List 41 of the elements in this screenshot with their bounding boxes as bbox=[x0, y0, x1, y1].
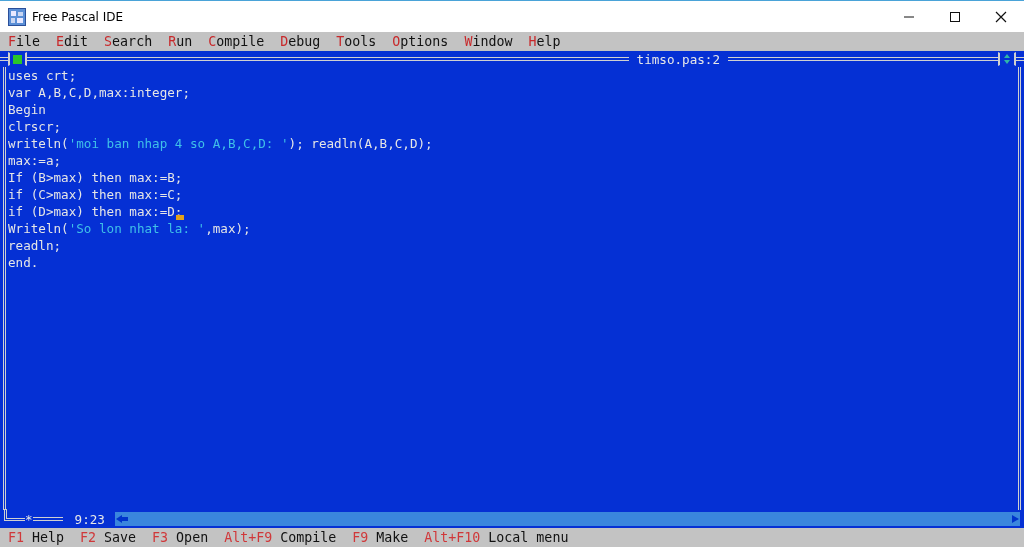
shortcut-hint[interactable]: F2 Save bbox=[80, 530, 137, 545]
code-line: clrscr; bbox=[8, 118, 62, 135]
shortcut-hint[interactable]: F9 Make bbox=[352, 530, 409, 545]
menu-item[interactable]: File bbox=[8, 34, 41, 49]
code-line: end. bbox=[8, 254, 39, 271]
menu-item[interactable]: Edit bbox=[56, 34, 89, 49]
app-icon bbox=[8, 7, 26, 26]
scroll-right-icon[interactable] bbox=[1010, 514, 1020, 524]
code-line: if (C>max) then max:=C; bbox=[8, 186, 183, 203]
menu-item[interactable]: Options bbox=[392, 34, 449, 49]
shortcut-hint[interactable]: F3 Open bbox=[152, 530, 209, 545]
zoom-button[interactable] bbox=[998, 52, 1016, 66]
code-line: readln; bbox=[8, 237, 62, 254]
maximize-icon bbox=[949, 10, 961, 23]
code-line: var A,B,C,D,max:integer; bbox=[8, 84, 190, 101]
up-down-arrows-icon bbox=[1003, 53, 1011, 65]
code-line: uses crt; bbox=[8, 67, 77, 84]
shortcut-hint[interactable]: Alt+F10 Local menu bbox=[424, 530, 569, 545]
menu-item[interactable]: Help bbox=[528, 34, 561, 49]
window-close-button[interactable] bbox=[8, 52, 27, 66]
cursor-position: 9:23 bbox=[74, 511, 105, 527]
scroll-left-icon[interactable] bbox=[114, 514, 129, 524]
code-line: writeln('moi ban nhap 4 so A,B,C,D: '); readln(A,B,C,D); bbox=[8, 135, 433, 152]
menu-item[interactable]: Debug bbox=[280, 34, 321, 49]
editor-title: timso.pas:2 bbox=[636, 51, 720, 67]
code-line: max:=a; bbox=[8, 152, 62, 169]
menu-item[interactable]: Run bbox=[168, 34, 193, 49]
window-title: Free Pascal IDE bbox=[32, 9, 124, 24]
close-icon bbox=[995, 10, 1007, 23]
code-line: if (D>max) then max:=D; bbox=[8, 203, 185, 220]
menu-item[interactable]: Tools bbox=[336, 34, 377, 49]
code-line: If (B>max) then max:=B; bbox=[8, 169, 183, 186]
horizontal-scrollbar[interactable] bbox=[114, 512, 1020, 526]
modified-mark: * bbox=[25, 511, 33, 527]
code-line: Begin bbox=[8, 101, 46, 118]
menu-item[interactable]: Window bbox=[464, 34, 513, 49]
shortcut-hint[interactable]: Alt+F9 Compile bbox=[224, 530, 337, 545]
shortcut-hint[interactable]: F1 Help bbox=[8, 530, 65, 545]
menu-item[interactable]: Search bbox=[104, 34, 153, 49]
code-line: Writeln('So lon nhat la: ',max); bbox=[8, 220, 251, 237]
menu-item[interactable]: Compile bbox=[208, 34, 265, 49]
